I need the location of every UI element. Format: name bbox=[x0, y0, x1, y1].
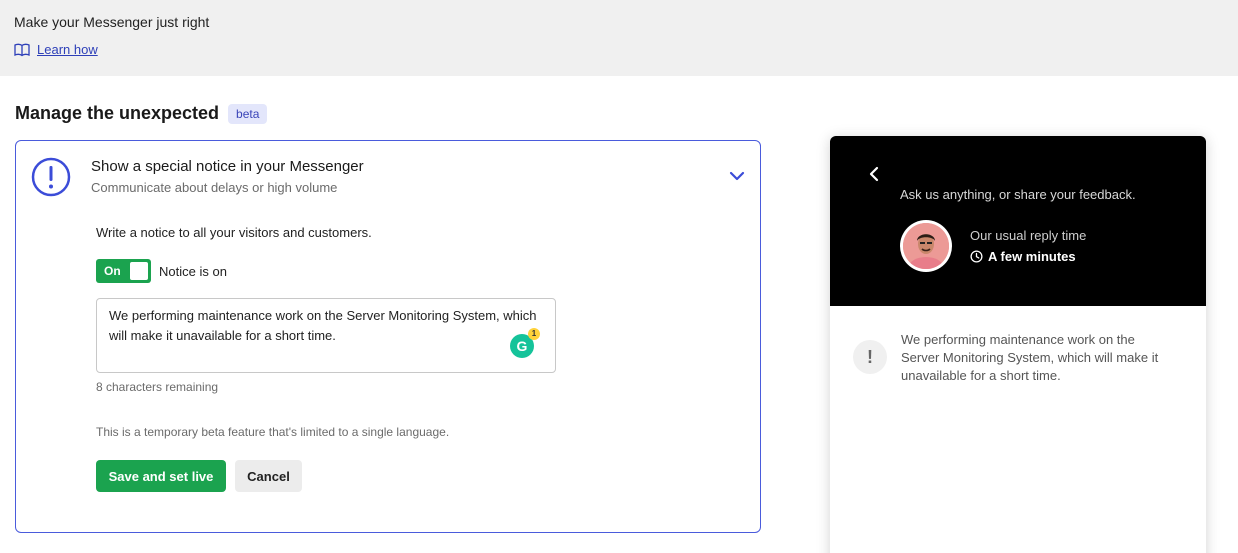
special-notice-card: Show a special notice in your Messenger … bbox=[15, 140, 761, 533]
reply-time-label: Our usual reply time bbox=[970, 228, 1087, 243]
toggle-on-label: On bbox=[104, 264, 121, 278]
alert-circle-icon bbox=[31, 157, 71, 197]
messenger-header: Ask us anything, or share your feedback.… bbox=[830, 136, 1206, 306]
preview-notice-text: We performing maintenance work on the Se… bbox=[901, 332, 1159, 383]
characters-remaining: 8 characters remaining bbox=[96, 380, 219, 394]
learn-how-link-row[interactable]: Learn how bbox=[14, 42, 98, 57]
notice-instructions: Write a notice to all your visitors and … bbox=[96, 225, 372, 240]
cancel-button[interactable]: Cancel bbox=[235, 460, 302, 492]
avatar-photo bbox=[903, 223, 949, 269]
chevron-down-icon[interactable] bbox=[728, 167, 746, 185]
card-title: Show a special notice in your Messenger bbox=[91, 158, 364, 175]
notice-toggle-row: On Notice is on bbox=[96, 259, 227, 283]
notice-toggle[interactable]: On bbox=[96, 259, 151, 283]
beta-disclaimer: This is a temporary beta feature that's … bbox=[96, 425, 450, 439]
section-title: Manage the unexpected bbox=[15, 103, 220, 123]
toggle-knob bbox=[130, 262, 148, 280]
toggle-state-label: Notice is on bbox=[159, 263, 227, 279]
reply-time-value: A few minutes bbox=[988, 249, 1076, 264]
section-header: Manage the unexpected beta bbox=[15, 103, 268, 124]
learn-how-link[interactable]: Learn how bbox=[37, 42, 98, 57]
avatar bbox=[900, 220, 952, 272]
card-subtitle: Communicate about delays or high volume bbox=[91, 180, 338, 195]
top-bar: Make your Messenger just right Learn how bbox=[0, 0, 1238, 76]
grammarly-icon[interactable]: G1 bbox=[510, 328, 540, 358]
messenger-prompt: Ask us anything, or share your feedback. bbox=[900, 187, 1136, 202]
chevron-left-icon[interactable] bbox=[866, 166, 882, 182]
messenger-preview: Ask us anything, or share your feedback.… bbox=[830, 136, 1206, 553]
exclamation-icon: ! bbox=[853, 340, 887, 374]
clock-icon bbox=[970, 250, 983, 263]
save-and-set-live-button[interactable]: Save and set live bbox=[96, 460, 226, 492]
notice-textarea[interactable]: We performing maintenance work on the Se… bbox=[96, 298, 556, 373]
grammarly-count-badge: 1 bbox=[528, 328, 540, 340]
reply-time-row: A few minutes bbox=[970, 249, 1076, 264]
page-heading: Make your Messenger just right bbox=[14, 14, 210, 30]
person-illustration bbox=[903, 223, 949, 269]
book-icon bbox=[14, 43, 30, 56]
beta-badge: beta bbox=[228, 103, 268, 124]
